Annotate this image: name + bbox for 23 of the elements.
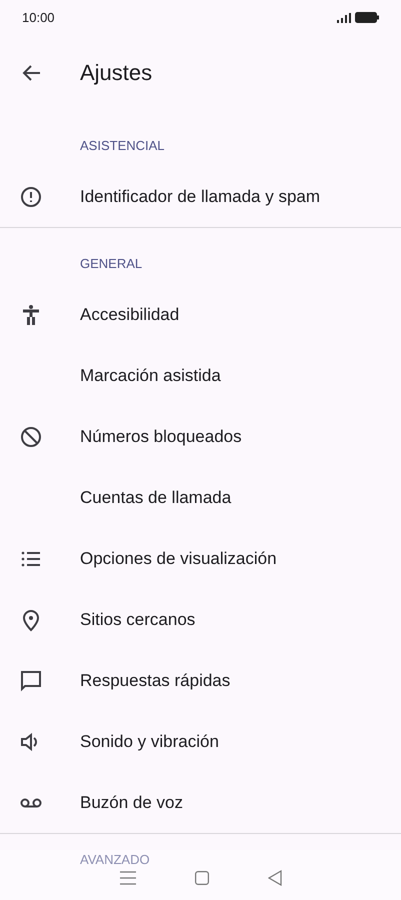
- settings-item[interactable]: Marcación asistida: [0, 345, 401, 406]
- clock-time: 10:00: [22, 10, 55, 25]
- settings-item[interactable]: Opciones de visualización: [0, 528, 401, 589]
- block-icon: [19, 424, 43, 448]
- message-icon: [19, 668, 43, 692]
- home-button[interactable]: [194, 871, 208, 885]
- section-header: ASISTENCIAL: [80, 138, 165, 153]
- settings-item[interactable]: Números bloqueados: [0, 406, 401, 467]
- menu-button[interactable]: [120, 871, 136, 885]
- settings-item[interactable]: Sitios cercanos: [0, 589, 401, 650]
- section-header: GENERAL: [80, 256, 142, 271]
- settings-item[interactable]: Sonido y vibración: [0, 711, 401, 772]
- alert-icon: [19, 184, 43, 208]
- settings-item[interactable]: Accesibilidad: [0, 284, 401, 345]
- section-header: AVANZADO: [80, 852, 150, 867]
- battery-icon: [355, 12, 379, 23]
- settings-item[interactable]: Identificador de llamada y spam: [0, 166, 401, 227]
- settings-item[interactable]: Cuentas de llamada: [0, 467, 401, 528]
- signal-icon: [337, 12, 351, 22]
- page-title: Ajustes: [80, 60, 152, 86]
- settings-item[interactable]: Buzón de voz: [0, 772, 401, 833]
- back-nav-button[interactable]: [268, 870, 282, 886]
- settings-item[interactable]: Respuestas rápidas: [0, 650, 401, 711]
